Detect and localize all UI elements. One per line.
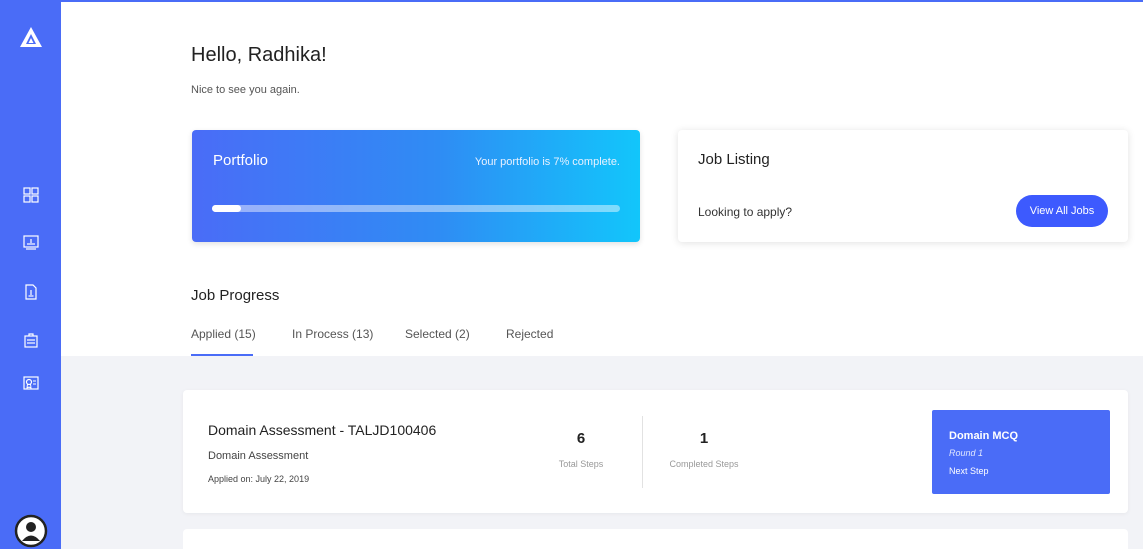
completed-steps-label: Completed Steps xyxy=(669,459,739,469)
document-icon[interactable] xyxy=(23,284,39,300)
logo-icon[interactable] xyxy=(19,26,43,48)
tab-applied[interactable]: Applied (15) xyxy=(191,327,256,341)
portfolio-card[interactable]: Portfolio Your portfolio is 7% complete. xyxy=(192,130,640,242)
job-listing-title: Job Listing xyxy=(698,151,770,168)
total-steps-label: Total Steps xyxy=(558,459,604,469)
job-type: Domain Assessment xyxy=(208,450,309,462)
next-step-label: Next Step xyxy=(949,466,989,476)
main-content: Hello, Radhika! Nice to see you again. P… xyxy=(61,2,1143,549)
dashboard-grid-icon[interactable] xyxy=(23,187,39,203)
portfolio-progress-fill xyxy=(212,205,241,212)
portfolio-status: Your portfolio is 7% complete. xyxy=(474,156,620,168)
completed-steps-value: 1 xyxy=(699,430,709,447)
tab-rejected[interactable]: Rejected xyxy=(506,327,553,341)
sidebar xyxy=(0,2,61,549)
job-card[interactable]: Domain Assessment - TALJD100406 Domain A… xyxy=(183,390,1128,513)
greeting-title: Hello, Radhika! xyxy=(191,44,327,66)
job-title: Domain Assessment - TALJD100406 xyxy=(208,422,437,438)
next-step-round: Round 1 xyxy=(949,448,984,458)
portfolio-title: Portfolio xyxy=(213,152,269,169)
portfolio-progress-bar xyxy=(212,205,620,212)
job-applied-date: Applied on: July 22, 2019 xyxy=(208,474,310,484)
tab-selected[interactable]: Selected (2) xyxy=(405,327,470,341)
next-step-title: Domain MCQ xyxy=(949,430,1019,442)
total-steps-stat: 6 Total Steps xyxy=(536,430,626,469)
user-avatar-icon[interactable] xyxy=(14,514,48,548)
greeting-subtitle: Nice to see you again. xyxy=(191,84,300,96)
total-steps-value: 6 xyxy=(576,430,586,447)
job-listing-prompt: Looking to apply? xyxy=(698,205,793,219)
completed-steps-stat: 1 Completed Steps xyxy=(659,430,749,469)
briefcase-icon[interactable] xyxy=(23,332,39,348)
monitor-icon[interactable] xyxy=(23,234,39,250)
certificate-icon[interactable] xyxy=(23,375,39,391)
tab-in-process[interactable]: In Process (13) xyxy=(292,327,373,341)
job-card[interactable] xyxy=(183,529,1128,549)
job-progress-title: Job Progress xyxy=(191,287,280,304)
next-step-button[interactable]: Domain MCQ Round 1 Next Step xyxy=(932,410,1110,494)
app-window: Hello, Radhika! Nice to see you again. P… xyxy=(0,0,1143,549)
job-listing-card: Job Listing Looking to apply? View All J… xyxy=(678,130,1128,242)
dashboard-header-area: Hello, Radhika! Nice to see you again. P… xyxy=(61,2,1143,356)
view-all-jobs-button[interactable]: View All Jobs xyxy=(1016,195,1108,227)
stat-divider xyxy=(642,416,643,488)
